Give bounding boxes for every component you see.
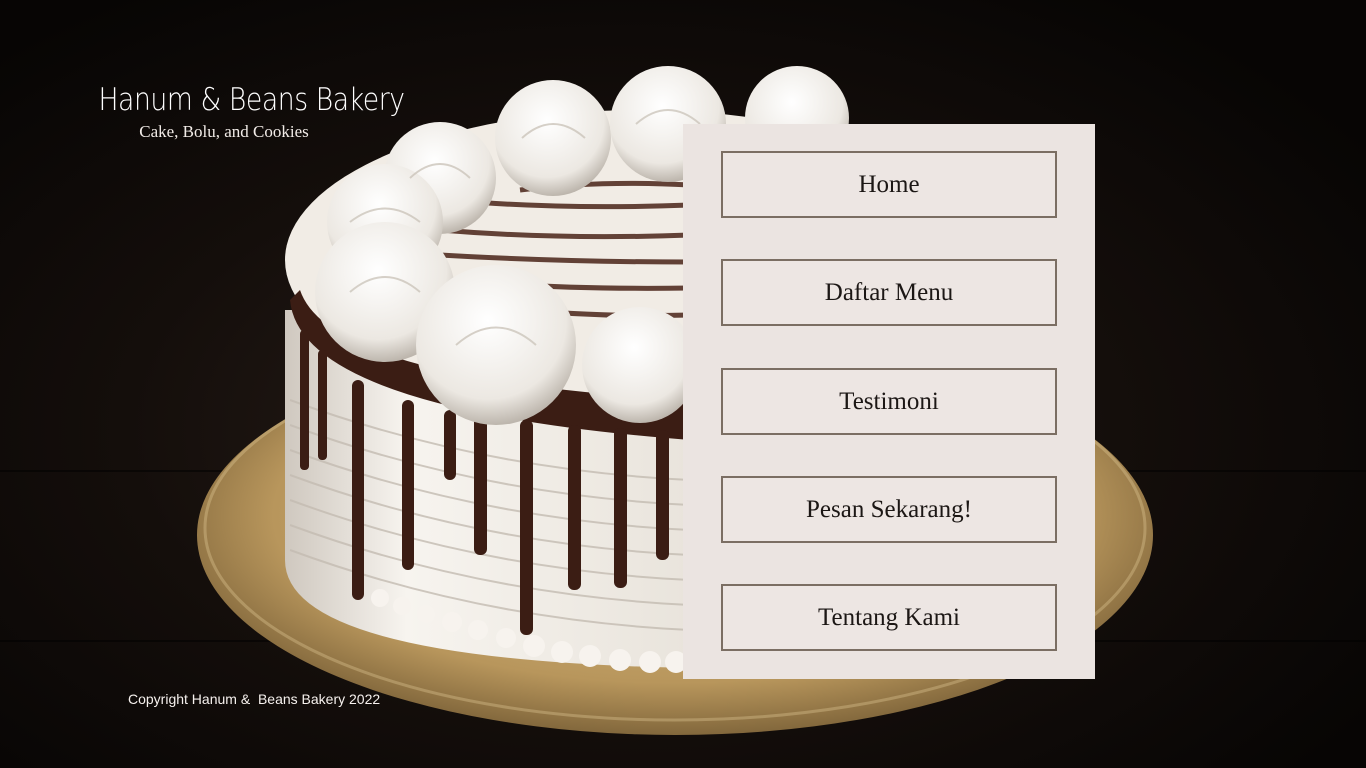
nav-daftar-menu-button[interactable]: Daftar Menu [721, 259, 1057, 326]
brand-subtitle: Cake, Bolu, and Cookies [139, 122, 309, 141]
nav-home-button[interactable]: Home [721, 151, 1057, 218]
nav-menu-panel: Home Daftar Menu Testimoni Pesan Sekaran… [683, 124, 1095, 679]
copyright-text: Copyright Hanum & Beans Bakery 2022 [128, 691, 381, 707]
nav-pesan-sekarang-button[interactable]: Pesan Sekarang! [721, 476, 1057, 543]
brand: Hanum & Beans Bakery Cake, Bolu, and Coo… [78, 80, 405, 142]
nav-tentang-kami-button[interactable]: Tentang Kami [721, 584, 1057, 651]
nav-testimoni-button[interactable]: Testimoni [721, 368, 1057, 435]
brand-title: Hanum & Beans Bakery [98, 82, 405, 118]
